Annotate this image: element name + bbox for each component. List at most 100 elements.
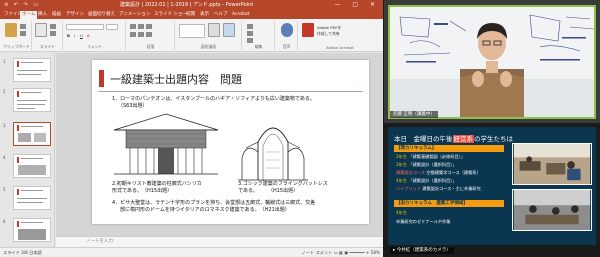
ribbon-label: スライド [39, 44, 56, 49]
ribbon-label: 音声 [282, 44, 291, 49]
indent-icon[interactable] [146, 24, 152, 29]
thumb-line [17, 100, 47, 102]
video-tile-lecturer[interactable]: 武藤 正明（講義中） [384, 0, 600, 123]
tab-draw[interactable]: 描画 [50, 11, 63, 19]
ribbon-group-slides: スライド [33, 21, 63, 50]
thumb-line [21, 158, 43, 160]
thumb-line [17, 202, 43, 204]
tab-animations[interactable]: アニメーション [117, 11, 152, 19]
thumb-line [21, 126, 43, 128]
question-3-line1[interactable]: 3.ゴシック建築のフライングバットレス [238, 181, 328, 188]
thumb-line [17, 108, 35, 110]
align-left-icon[interactable] [130, 32, 136, 37]
italic-icon[interactable]: I [74, 33, 75, 38]
thumb-image [34, 133, 46, 142]
powerpoint-window: ⟲ ↶ ↷ ▭ 建築設計 | 2022.01 | 1-2019 | アンド.pp… [0, 0, 383, 257]
ribbon-label: 編集 [254, 44, 263, 49]
question-4-line1[interactable]: 4．ピサ大聖堂は、ラテン十字形のプランを持ち、会堂部は五廊式、軸線式は三廊式、交… [112, 200, 315, 207]
classroom-photo-1 [512, 143, 592, 185]
quick-styles-icon[interactable] [223, 23, 235, 37]
bullets-icon[interactable] [130, 24, 136, 29]
thumb-accent [17, 189, 19, 195]
tab-review[interactable]: 校閲 [184, 11, 197, 19]
tab-view[interactable]: 表示 [198, 11, 211, 19]
tab-acrobat[interactable]: Acrobat [230, 11, 251, 19]
section-current: 【現カリキュラム】 [394, 145, 504, 152]
bold-icon[interactable]: B [67, 33, 70, 38]
board-title-pre: 本日 金曜日の午後 [394, 135, 453, 143]
align-center-icon[interactable] [138, 32, 144, 37]
list-item: 2年生 「建築基礎製図（必修科目）」 [396, 154, 465, 159]
slide-thumb-3-active[interactable] [13, 122, 51, 146]
ribbon-label: 図形描画 [200, 44, 217, 49]
tab-design[interactable]: デザイン [64, 11, 86, 19]
question-1[interactable]: 1．ローマのパンテオンは、イスタンブールのハギア・ソフィアよりも広い建築物である… [112, 96, 315, 103]
thumb-line [21, 92, 41, 94]
font-name-select[interactable] [66, 24, 104, 30]
slide-thumb-4[interactable] [13, 154, 51, 178]
status-view-controls[interactable]: ノート コメント ▭ ▦ ▣ ━━━━━━ + 58% [302, 248, 380, 257]
slide-thumb-1[interactable] [13, 58, 51, 82]
tab-insert[interactable]: 挿入 [36, 11, 49, 19]
tab-transitions[interactable]: 画面切り替え [86, 11, 117, 19]
thumb-line [17, 74, 41, 76]
replace-icon[interactable] [247, 31, 253, 36]
quick-access-toolbar[interactable]: ⟲ ↶ ↷ ▭ [4, 0, 40, 10]
question-2-line1[interactable]: 2.初期キリスト教建築の柱廊式バシリカ [112, 181, 202, 188]
question-1-note[interactable]: （S63出題） [118, 103, 148, 110]
ribbon-label: Adobe Acrobat [326, 45, 354, 50]
numbering-icon[interactable] [138, 24, 144, 29]
question-4-line2[interactable]: 部に楕円形のドームを持つイタリアのロマネスク建築である。 （H21出題） [120, 207, 290, 214]
arrange-icon[interactable] [208, 23, 220, 37]
thumb-line [21, 62, 43, 64]
status-slide-info: スライド 3/8 日本語 [3, 250, 42, 255]
copy-icon[interactable] [20, 31, 26, 36]
basilica-image [112, 112, 220, 178]
gothic-cathedral-image [238, 112, 308, 182]
find-icon[interactable] [247, 24, 253, 29]
thumb-accent [17, 221, 19, 227]
paste-icon[interactable] [5, 23, 17, 37]
font-color-icon[interactable]: A [87, 33, 90, 38]
thumb-accent [17, 125, 19, 131]
ribbon-group-font: B I U A フォント [64, 21, 126, 50]
underline-icon[interactable]: U [80, 33, 83, 38]
question-2-line2[interactable]: 形式である。 （H15出題） [112, 188, 172, 195]
cut-icon[interactable] [20, 24, 26, 29]
notes-pane[interactable]: ノートを入力 [56, 236, 383, 247]
slide-thumb-6[interactable] [13, 218, 51, 242]
list-item: ハイブリッド 建築設計コース・主に卒業研究 [396, 186, 481, 191]
font-size-select[interactable] [106, 24, 118, 30]
thumb-number: 1 [3, 59, 6, 64]
dictate-icon[interactable] [281, 23, 293, 37]
slide-thumb-2[interactable] [13, 88, 51, 112]
shapes-gallery[interactable] [179, 24, 205, 38]
thumb-image [18, 229, 46, 240]
ribbon-group-paragraph: 段落 [127, 21, 175, 50]
thumb-image [18, 133, 31, 142]
tab-help[interactable]: ヘルプ [212, 11, 230, 19]
ribbon-group-voice: 音声 [276, 21, 298, 50]
ribbon-group-clipboard: クリップボード [2, 21, 32, 50]
tab-home[interactable]: ホーム [20, 11, 38, 19]
list-item: 3年生 「建築設計（選択科目）」 [396, 162, 457, 167]
window-controls[interactable]: — ▢ ✕ [334, 0, 380, 10]
thumb-number: 2 [3, 89, 6, 94]
question-3-line2[interactable]: である。 （H15出題） [238, 188, 298, 195]
window-title: 建築設計 | 2022.01 | 1-2019 | アンド.pptx - Pow… [120, 2, 254, 8]
lecturer-video [388, 5, 596, 119]
slide-title[interactable]: 一級建築士出題内容 問題 [110, 71, 242, 87]
current-slide[interactable]: 一級建築士出題内容 問題 1．ローマのパンテオンは、イスタンブールのハギア・ソフ… [92, 60, 369, 224]
layout-icon[interactable] [50, 24, 56, 29]
slide-thumb-5[interactable] [13, 186, 51, 210]
align-right-icon[interactable] [146, 32, 152, 37]
title-rule [98, 91, 363, 92]
reset-icon[interactable] [50, 31, 56, 36]
select-icon[interactable] [247, 38, 253, 43]
new-slide-icon[interactable] [35, 23, 47, 37]
video-tile-board[interactable]: 本日 金曜日の午後経営系の学生たちは 【現カリキュラム】 2年生 「建築基礎製図… [384, 123, 600, 257]
board-camera-name: ▸ 今井紅（建築系のカメラ） [390, 247, 454, 254]
thumb-number: 3 [3, 123, 6, 128]
ribbon-label: 段落 [146, 44, 155, 49]
pdf-icon[interactable] [302, 23, 314, 37]
